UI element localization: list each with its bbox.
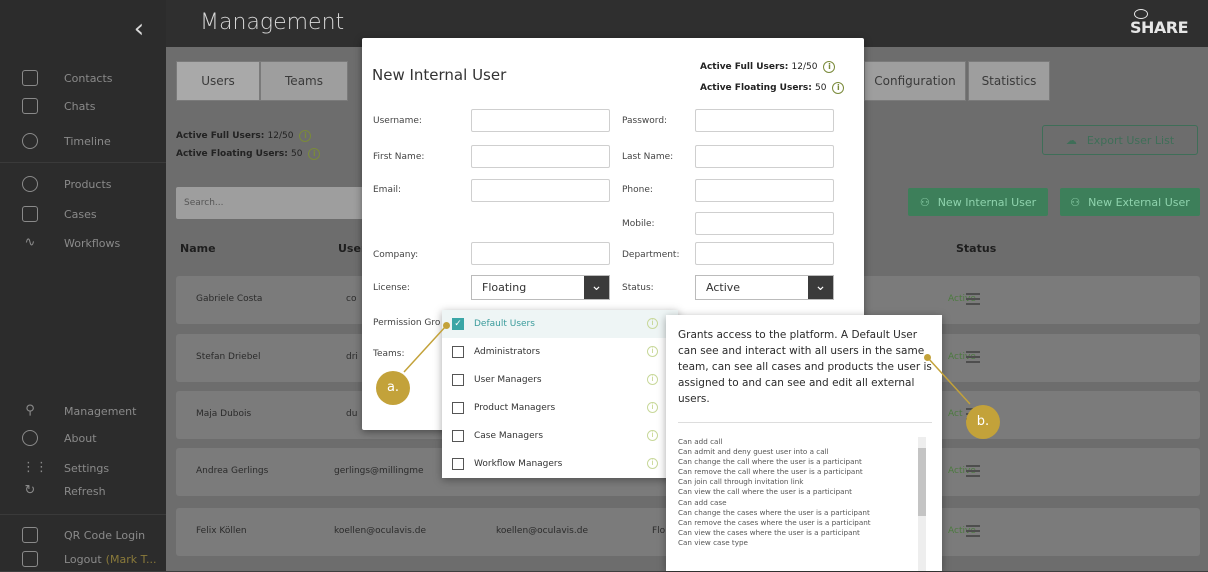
- callout-a: a.: [376, 371, 410, 405]
- callout-dot-a: [443, 322, 450, 329]
- callout-line-b: [927, 357, 971, 405]
- callout-b: b.: [966, 405, 1000, 439]
- callout-dot-b: [924, 354, 931, 361]
- callout-lines: [403, 325, 971, 405]
- callout-line-a: [403, 325, 447, 373]
